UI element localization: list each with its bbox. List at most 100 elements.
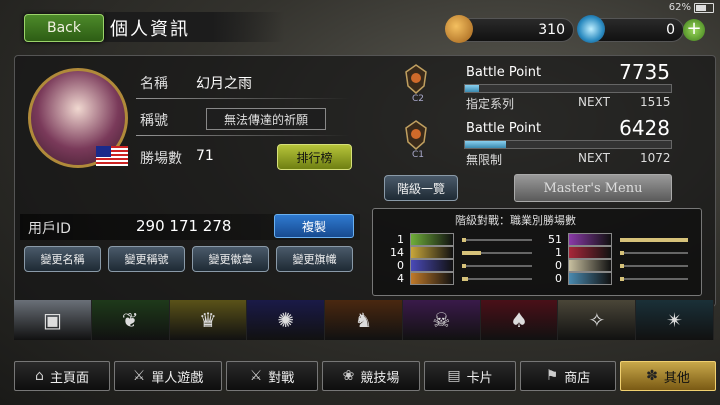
nav-label: 其他 — [663, 370, 690, 386]
win-count: 0 — [555, 259, 562, 272]
class-tab-portal[interactable]: ✴ — [636, 300, 715, 340]
win-ratio-fill — [620, 276, 624, 281]
skull-icon: ☠ — [432, 308, 451, 332]
nav-item-1[interactable]: ⚔ 單人遊戲 — [114, 361, 222, 391]
bottom-nav: ⌂ 主頁面 ⚔ 單人遊戲 ⚔ 對戰 ❀ 競技場 ▤ 卡片 ⚑ 商店 ✽ 其他 — [14, 361, 720, 393]
leaf-icon: ❦ — [121, 308, 139, 332]
dragoncraft-icon — [410, 272, 454, 285]
laurel-icon: ❀ — [342, 368, 355, 384]
win-count: 1 — [397, 233, 404, 246]
rank-emblem-c2: C2 — [404, 64, 428, 104]
next-label: NEXT — [578, 95, 610, 109]
class-tab-dragon[interactable]: ♞ — [325, 300, 403, 340]
sword-icon: ⚔ — [132, 368, 146, 384]
win-ratio-bar — [462, 276, 532, 281]
class-tab-forest[interactable]: ❦ — [91, 300, 170, 340]
add-crystal-button[interactable]: + — [683, 19, 705, 41]
rank-list-button[interactable]: 階級一覽 — [384, 175, 458, 201]
rank-emblem-icon — [405, 64, 427, 94]
rank-emblem-icon — [405, 120, 427, 150]
win-ratio-fill — [462, 237, 466, 242]
nav-item-0[interactable]: ⌂ 主頁面 — [14, 361, 110, 391]
forestcraft-icon — [410, 233, 454, 246]
class-tab-blood[interactable]: ♠ — [480, 300, 559, 340]
rune-icon: ✺ — [277, 308, 295, 332]
nav-item-5[interactable]: ⚑ 商店 — [520, 361, 616, 391]
nav-item-6[interactable]: ✽ 其他 — [620, 361, 716, 391]
change-title-button[interactable]: 變更稱號 — [108, 246, 185, 272]
nav-item-2[interactable]: ⚔ 對戰 — [226, 361, 318, 391]
back-button[interactable]: Back — [24, 14, 104, 42]
bat-icon: ♠ — [510, 308, 529, 332]
class-tab-rune[interactable]: ✺ — [247, 300, 326, 340]
portal-icon: ✴ — [666, 308, 684, 332]
havencraft-icon — [568, 259, 612, 272]
page-title: 個人資訊 — [110, 19, 190, 40]
progress-fill — [465, 141, 507, 148]
win-count: 1 — [555, 246, 562, 259]
change-name-button[interactable]: 變更名稱 — [24, 246, 101, 272]
win-ratio-fill — [462, 250, 481, 255]
battle-point-value: 7735 — [619, 60, 670, 84]
win-ratio-fill — [462, 263, 466, 268]
swordcraft-icon — [410, 246, 454, 259]
battery-percent: 62% — [668, 2, 691, 13]
class-win-row: 1 — [540, 246, 696, 259]
battle-mode: 指定系列 — [466, 97, 515, 111]
win-ratio-bar — [462, 263, 532, 268]
user-id-value: 290 171 278 — [136, 217, 232, 235]
crystal-icon — [577, 15, 605, 43]
nav-item-4[interactable]: ▤ 卡片 — [424, 361, 516, 391]
battle-point-label: Battle Point — [466, 121, 542, 136]
win-ratio-bar — [620, 276, 688, 281]
class-win-row: 14 — [382, 246, 532, 259]
change-flag-button[interactable]: 變更旗幟 — [276, 246, 353, 272]
class-win-row: 0 — [540, 272, 696, 285]
battle-point-label: Battle Point — [466, 65, 542, 80]
ranking-button[interactable]: 排行榜 — [277, 144, 352, 170]
gem-counter: 0 — [577, 15, 684, 43]
win-count: 51 — [548, 233, 562, 246]
class-wins-left: 1 14 0 4 — [382, 233, 532, 285]
divider — [136, 98, 350, 99]
class-tab-sword[interactable]: ♛ — [169, 300, 248, 340]
rank-tier: C2 — [412, 94, 425, 104]
masters-menu-button[interactable]: Master's Menu — [514, 174, 672, 202]
home-icon: ⌂ — [35, 368, 44, 384]
crown-icon: ♛ — [198, 308, 217, 332]
class-win-row: 0 — [540, 259, 696, 272]
class-wins-title: 階級對戰：職業別勝場數 — [455, 214, 576, 227]
next-value: 1515 — [640, 95, 671, 109]
win-count: 0 — [555, 272, 562, 285]
class-tab-profile[interactable]: ▣ — [14, 300, 92, 340]
dragon-icon: ♞ — [354, 308, 373, 332]
next-label: NEXT — [578, 151, 610, 165]
copy-button[interactable]: 複製 — [274, 214, 354, 238]
nav-label: 單人遊戲 — [151, 370, 204, 386]
nav-label: 主頁面 — [49, 370, 89, 386]
malaysia-flag-icon — [96, 146, 128, 166]
wing-icon: ✧ — [588, 308, 606, 332]
gem-amount: 0 — [666, 22, 675, 38]
nav-label: 對戰 — [268, 370, 295, 386]
battle-point-progress — [464, 84, 672, 93]
class-win-row: 1 — [382, 233, 532, 246]
divider — [136, 135, 350, 136]
runecraft-icon — [410, 259, 454, 272]
class-tab-haven[interactable]: ✧ — [558, 300, 637, 340]
coin-amount: 310 — [538, 22, 565, 38]
cards-icon: ▣ — [42, 308, 62, 332]
class-tab-shadow[interactable]: ☠ — [402, 300, 481, 340]
battle-point-progress — [464, 140, 672, 149]
win-count: 14 — [390, 246, 404, 259]
other-icon: ✽ — [646, 368, 658, 384]
change-emblem-button[interactable]: 變更徽章 — [192, 246, 269, 272]
win-count: 4 — [397, 272, 404, 285]
class-win-row: 4 — [382, 272, 532, 285]
nav-label: 競技場 — [360, 370, 400, 386]
nav-item-3[interactable]: ❀ 競技場 — [322, 361, 420, 391]
cards-icon: ▤ — [447, 368, 461, 384]
class-win-row: 51 — [540, 233, 696, 246]
name-label: 名稱 — [140, 76, 168, 92]
progress-fill — [465, 85, 480, 92]
